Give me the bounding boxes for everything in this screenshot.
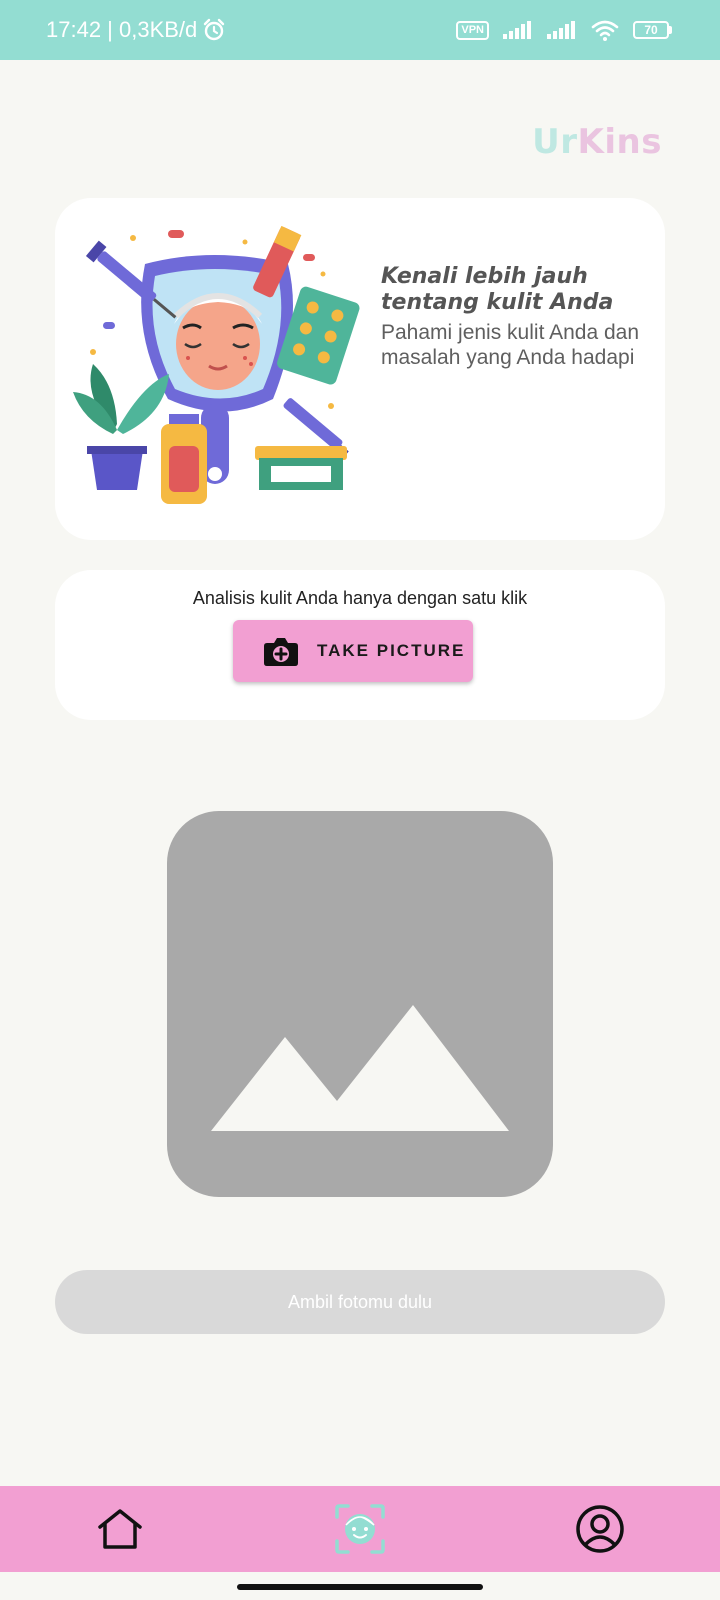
image-placeholder-icon <box>211 1005 509 1131</box>
hero-subtitle: Pahami jenis kulit Anda dan masalah yang… <box>381 321 639 369</box>
battery-icon: 70 <box>633 21 672 39</box>
analysis-card: Analisis kulit Anda hanya dengan satu kl… <box>55 570 665 720</box>
signal-icon-2 <box>547 21 575 39</box>
home-indicator[interactable] <box>237 1584 483 1590</box>
status-left: 17:42 | 0,3KB/d <box>46 17 227 43</box>
brand-part-1: Ur <box>532 122 578 162</box>
skincare-illustration <box>73 225 360 504</box>
face-scan-icon <box>335 1504 385 1554</box>
nav-home[interactable] <box>75 1494 165 1564</box>
take-photo-first-button[interactable]: Ambil fotomu dulu <box>55 1270 665 1334</box>
status-time: 17:42 <box>46 17 102 42</box>
network-speed: | 0,3KB/d <box>101 17 198 42</box>
take-picture-button[interactable]: TAKE PICTURE <box>233 620 473 682</box>
nav-profile[interactable] <box>555 1494 645 1564</box>
brand-part-2: Kins <box>577 122 662 162</box>
bottom-nav <box>0 1486 720 1572</box>
nav-face-scan[interactable] <box>315 1494 405 1564</box>
alarm-icon <box>204 18 225 41</box>
brand-logo: UrKins <box>532 122 662 162</box>
profile-icon <box>576 1505 624 1553</box>
wifi-icon <box>591 20 619 41</box>
hero-title: Kenali lebih jauh tentang kulit Anda <box>381 264 614 315</box>
camera-icon <box>264 638 298 666</box>
hero-text: Kenali lebih jauh tentang kulit Anda Pah… <box>381 264 651 370</box>
status-right: VPN 70 <box>456 19 672 41</box>
analysis-caption: Analisis kulit Anda hanya dengan satu kl… <box>192 588 528 608</box>
status-bar: 17:42 | 0,3KB/d VPN 70 <box>0 0 720 60</box>
take-picture-label: TAKE PICTURE <box>317 641 466 660</box>
battery-level: 70 <box>644 23 658 37</box>
home-icon <box>98 1509 142 1549</box>
vpn-badge: VPN <box>456 20 489 40</box>
image-placeholder <box>167 811 553 1197</box>
hero-card: Kenali lebih jauh tentang kulit Anda Pah… <box>55 198 665 540</box>
signal-icon <box>503 21 531 39</box>
